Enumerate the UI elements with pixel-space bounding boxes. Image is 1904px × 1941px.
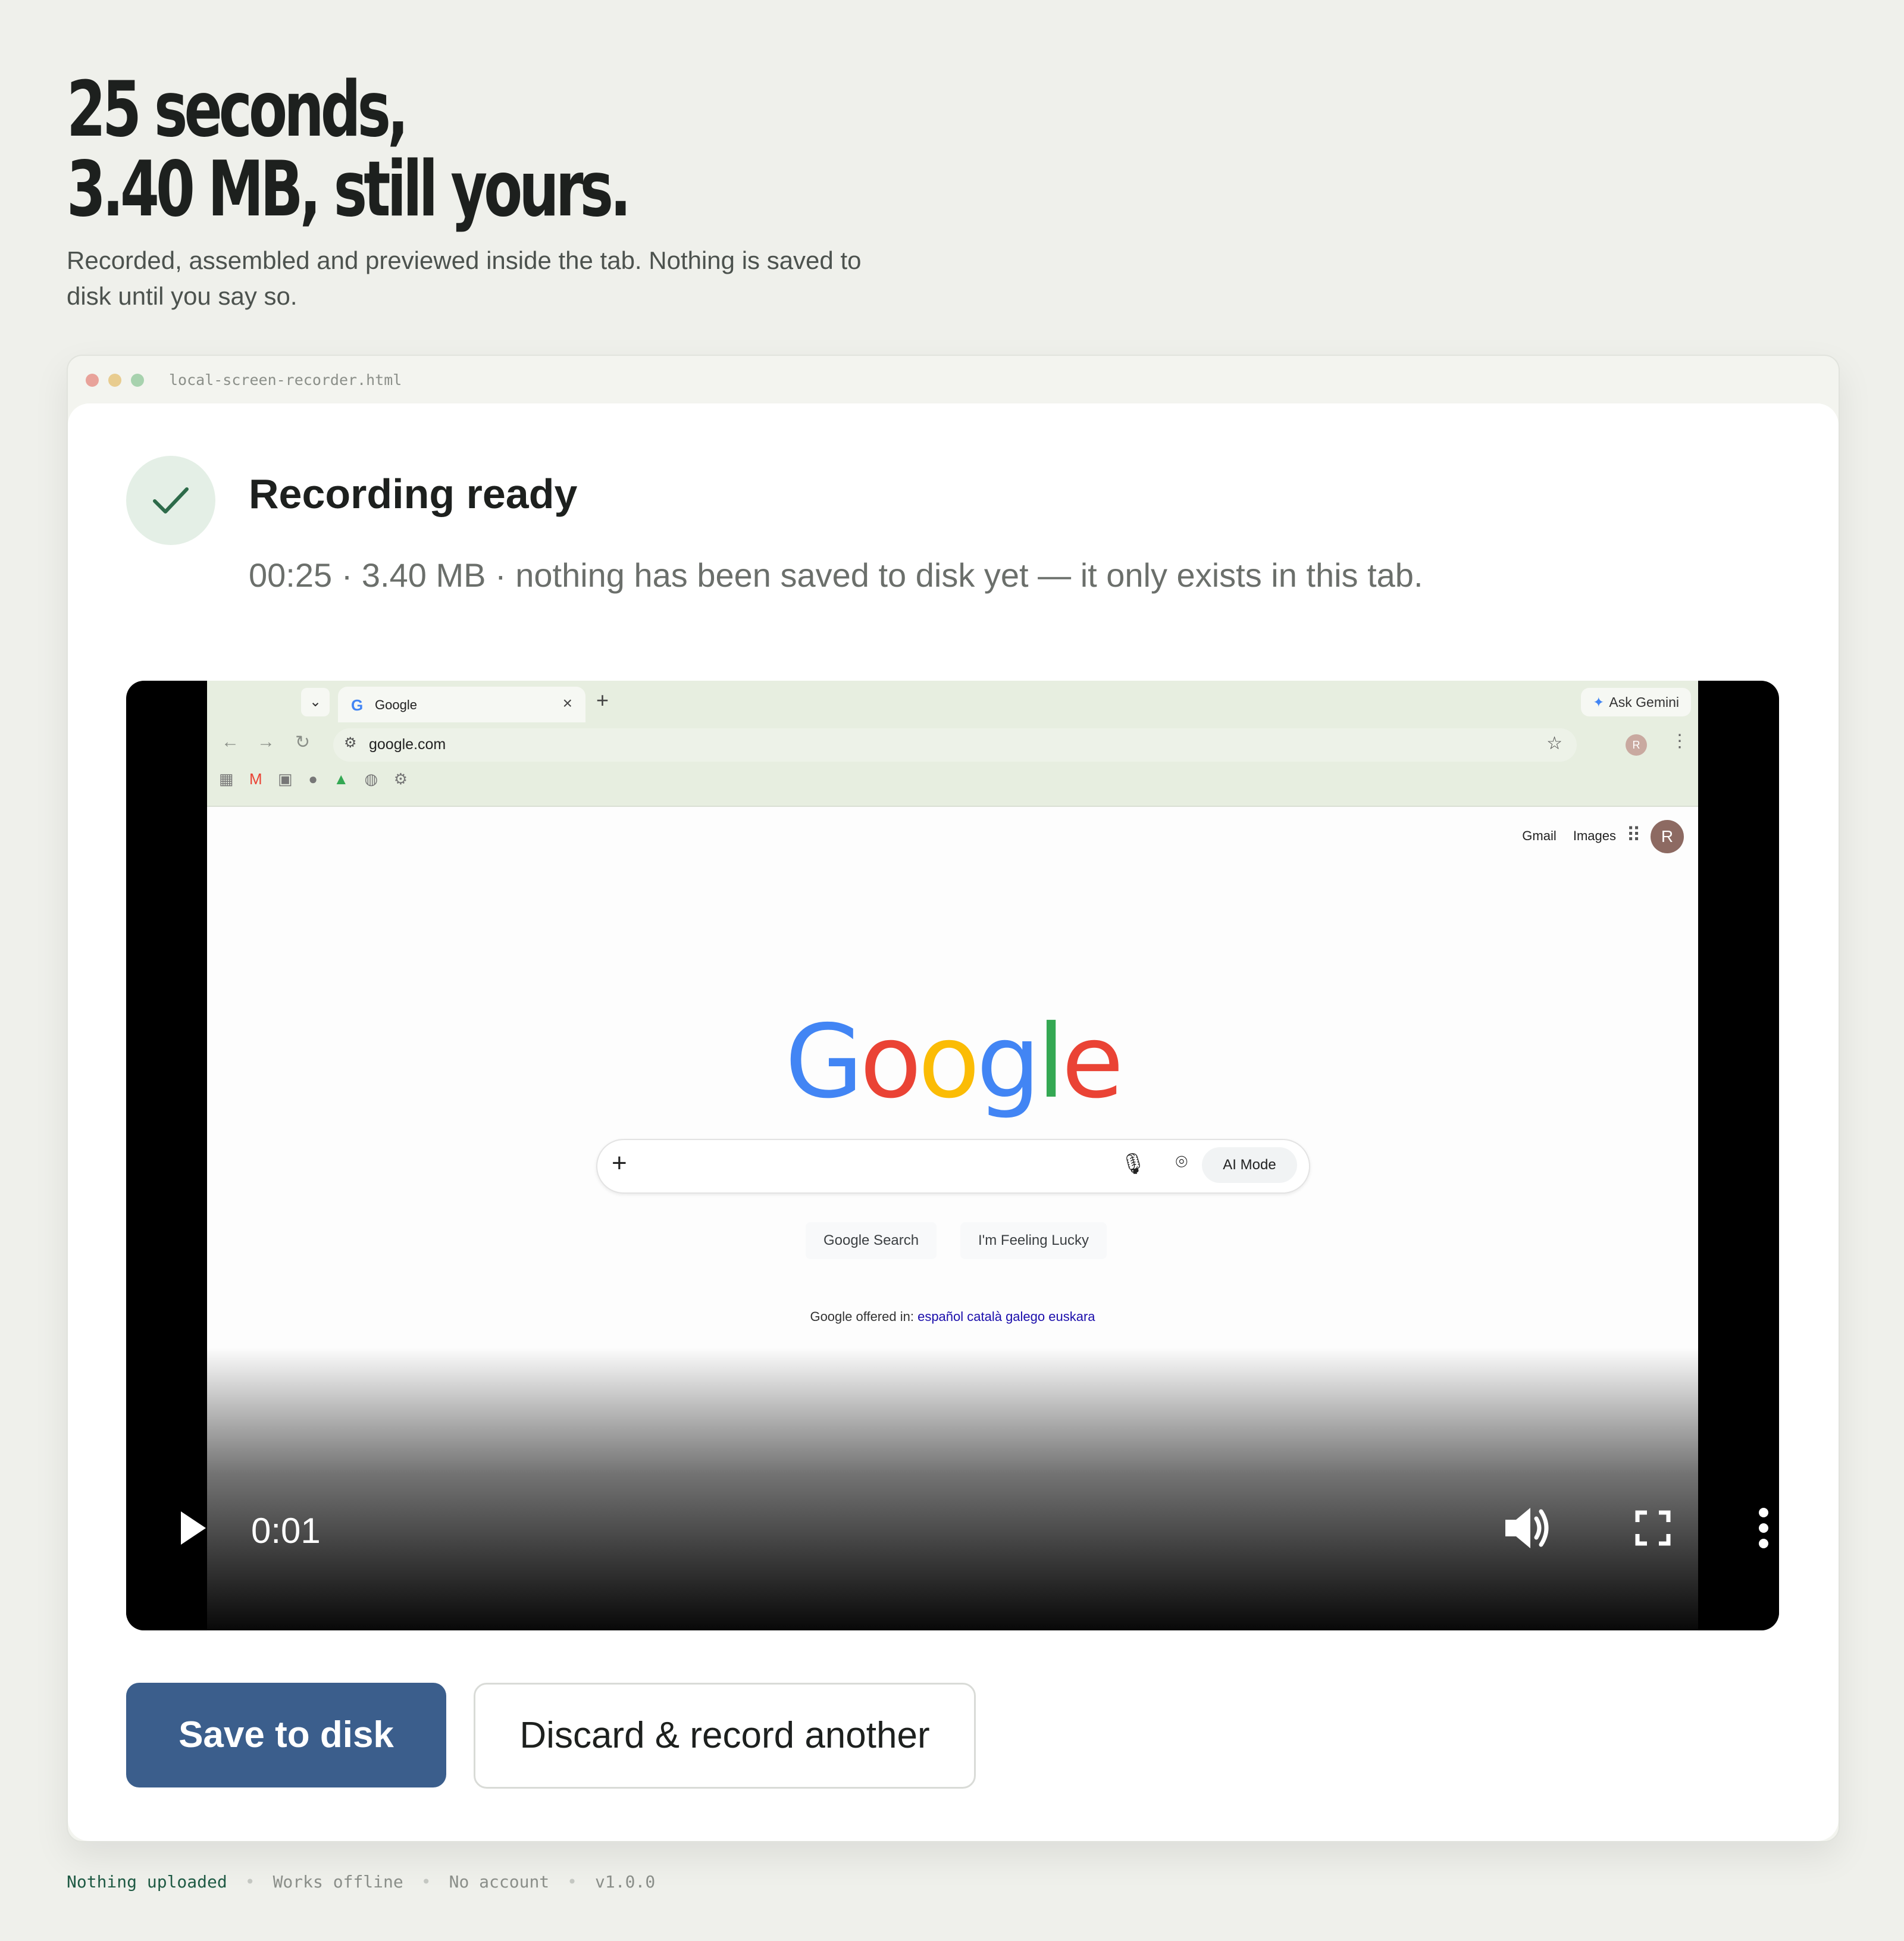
add-icon: + (612, 1148, 627, 1178)
google-logo: Google (207, 1003, 1698, 1121)
window-maximize-dot[interactable] (131, 374, 144, 387)
captured-tab-title: Google (375, 697, 417, 712)
forward-arrow-icon: → (257, 732, 275, 752)
google-lens-icon: ⌾ (1175, 1151, 1188, 1173)
offered-in-line: Google offered in: español català galego… (207, 1309, 1698, 1325)
footer-works-offline: Works offline (273, 1872, 403, 1892)
window-titlebar: local-screen-recorder.html (68, 356, 1839, 402)
reload-icon: ↻ (295, 732, 311, 752)
tab-search-chevron-icon: ⌄ (301, 688, 330, 716)
window-close-dot[interactable] (86, 374, 99, 387)
google-logo-letter: g (976, 1003, 1041, 1121)
footer-no-account: No account (449, 1872, 550, 1892)
footer-separator: • (567, 1872, 578, 1892)
apps-grid-icon: ▦ (219, 770, 234, 788)
discard-record-another-button[interactable]: Discard & record another (474, 1683, 976, 1789)
ask-gemini-chip: ✦ Ask Gemini (1581, 688, 1691, 716)
google-logo-letter: l (1036, 1003, 1065, 1121)
hero: 25 seconds, 3.40 MB, still yours. Record… (67, 70, 861, 311)
settings-gear-icon: ⚙ (393, 770, 408, 788)
feeling-lucky-button: I'm Feeling Lucky (960, 1222, 1107, 1259)
github-icon: ● (308, 770, 318, 788)
app-window: local-screen-recorder.html Recording rea… (67, 355, 1840, 1842)
google-search-button: Google Search (806, 1222, 937, 1259)
footer-separator: • (245, 1872, 255, 1892)
footer-version: v1.0.0 (595, 1872, 656, 1892)
google-top-links: Gmail Images (1509, 828, 1616, 844)
gmail-link: Gmail (1522, 828, 1557, 843)
offered-label: Google offered in: (810, 1309, 914, 1324)
volume-icon[interactable] (1504, 1505, 1552, 1551)
captured-tabbar: ⌄ G Google × + ✦ Ask Gemini (207, 681, 1698, 722)
check-icon (153, 487, 189, 514)
video-current-time: 0:01 (251, 1511, 321, 1551)
google-logo-letter: o (859, 1003, 922, 1121)
google-search-box: + 🎙 ⌾ AI Mode (596, 1139, 1310, 1194)
google-logo-letter: e (1061, 1003, 1124, 1121)
more-vertical-icon[interactable] (1758, 1507, 1770, 1549)
success-badge (126, 456, 215, 545)
window-title: local-screen-recorder.html (169, 371, 402, 389)
images-link: Images (1573, 828, 1616, 843)
footer-separator: • (421, 1872, 431, 1892)
play-icon[interactable] (178, 1510, 208, 1546)
captured-bookmarks-bar: ▦ M ▣ ● ▲ ◍ ⚙ (219, 770, 421, 794)
status-title: Recording ready (249, 471, 578, 517)
offered-languages: español català galego euskara (917, 1309, 1095, 1324)
back-arrow-icon: ← (221, 732, 239, 752)
captured-browser-chrome: ⌄ G Google × + ✦ Ask Gemini ← → ↻ ⚙ goog… (207, 681, 1698, 807)
google-favicon-icon: G (351, 696, 364, 714)
status-meta: 00:25 · 3.40 MB · nothing has been saved… (249, 556, 1423, 594)
footer-nothing-uploaded: Nothing uploaded (67, 1872, 227, 1892)
window-minimize-dot[interactable] (108, 374, 121, 387)
recording-card: Recording ready 00:25 · 3.40 MB · nothin… (68, 403, 1839, 1841)
footer-status: Nothing uploaded • Works offline • No accoun… (67, 1872, 655, 1892)
google-apps-icon: ⠿ (1626, 824, 1641, 847)
microphone-icon: 🎙 (1120, 1153, 1146, 1175)
captured-address-bar: ⚙ google.com ☆ (333, 728, 1577, 762)
globe-icon: ◍ (364, 770, 378, 788)
google-account-avatar: R (1651, 820, 1684, 853)
hero-line-1: 25 seconds, (67, 65, 409, 154)
tab-close-icon: × (562, 694, 572, 712)
gemini-spark-icon: ✦ (1593, 694, 1605, 710)
hero-headline: 25 seconds, 3.40 MB, still yours. (67, 70, 631, 230)
video-player[interactable]: ⌄ G Google × + ✦ Ask Gemini ← → ↻ ⚙ goog… (126, 681, 1779, 1630)
google-logo-letter: o (917, 1003, 980, 1121)
browser-profile-avatar: R (1626, 734, 1647, 756)
save-to-disk-button[interactable]: Save to disk (126, 1683, 446, 1787)
bookmark-square-icon: ▣ (278, 770, 293, 788)
hero-line-2: 3.40 MB, still yours. (67, 145, 631, 234)
google-logo-letter: G (785, 1003, 863, 1121)
bookmark-star-icon: ☆ (1546, 734, 1562, 753)
captured-tab: G Google × (338, 687, 585, 722)
new-tab-icon: + (596, 688, 609, 712)
controls-overlay (126, 1347, 1779, 1630)
hero-subtitle: Recorded, assembled and previewed inside… (67, 246, 862, 310)
ask-gemini-label: Ask Gemini (1609, 694, 1679, 710)
site-info-icon: ⚙ (344, 735, 357, 751)
captured-url: google.com (369, 736, 446, 753)
gmail-bookmark-icon: M (249, 770, 262, 788)
fullscreen-icon[interactable] (1635, 1510, 1671, 1546)
drive-icon: ▲ (333, 770, 349, 788)
ai-mode-chip: AI Mode (1202, 1147, 1297, 1183)
browser-menu-icon: ⋮ (1671, 731, 1689, 751)
